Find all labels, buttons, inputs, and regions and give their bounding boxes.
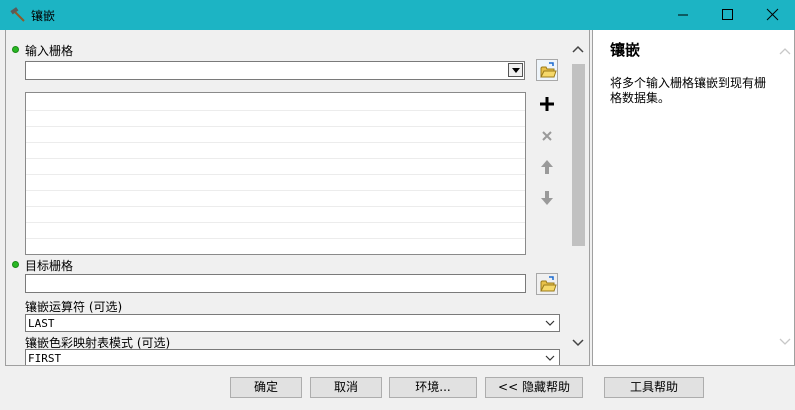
input-rasters-label: 输入栅格 xyxy=(25,44,74,58)
parameters-scrollbar[interactable] xyxy=(570,42,587,352)
minimize-icon xyxy=(678,14,688,16)
chevron-down-icon xyxy=(545,320,555,326)
scroll-down-icon[interactable] xyxy=(778,336,792,348)
tool-help-button[interactable]: 工具帮助 xyxy=(604,377,704,398)
mosaic-operator-value: LAST xyxy=(28,317,55,330)
input-rasters-list[interactable] xyxy=(25,92,526,255)
arrow-up-icon xyxy=(541,160,553,174)
help-pane: 镶嵌 将多个输入栅格镶嵌到现有栅格数据集。 xyxy=(592,30,795,366)
help-text: 将多个输入栅格镶嵌到现有栅格数据集。 xyxy=(610,76,767,105)
plus-icon xyxy=(540,97,554,111)
target-raster-field[interactable] xyxy=(25,274,526,293)
colormap-mode-select[interactable]: FIRST xyxy=(25,349,560,365)
scroll-up-icon[interactable] xyxy=(778,45,792,57)
move-down-button[interactable] xyxy=(536,187,558,209)
maximize-icon xyxy=(722,9,733,20)
maximize-button[interactable] xyxy=(705,0,751,30)
colormap-mode-value: FIRST xyxy=(28,352,62,365)
help-title: 镶嵌 xyxy=(610,41,641,59)
window-title: 镶嵌 xyxy=(31,9,56,23)
browse-input-button[interactable] xyxy=(536,59,558,81)
remove-button[interactable] xyxy=(536,125,558,147)
button-bar: 确定 取消 环境... << 隐藏帮助 工具帮助 xyxy=(0,366,795,410)
scroll-up-icon xyxy=(572,45,584,53)
minimize-button[interactable] xyxy=(660,0,706,30)
add-button[interactable] xyxy=(536,93,558,115)
title-bar: 镶嵌 xyxy=(0,0,795,30)
environments-button[interactable]: 环境... xyxy=(389,377,477,398)
input-rasters-combo[interactable] xyxy=(25,61,525,80)
chevron-down-icon xyxy=(545,355,555,361)
target-raster-label: 目标栅格 xyxy=(25,259,74,273)
close-icon xyxy=(766,8,779,21)
hide-help-button[interactable]: << 隐藏帮助 xyxy=(485,377,583,398)
required-indicator xyxy=(12,46,19,53)
scrollbar-thumb[interactable] xyxy=(572,64,585,246)
arrow-down-icon xyxy=(541,191,553,205)
mosaic-operator-select[interactable]: LAST xyxy=(25,314,560,332)
delete-icon xyxy=(542,131,552,141)
move-up-button[interactable] xyxy=(536,156,558,178)
dropdown-arrow-icon[interactable] xyxy=(508,63,523,77)
required-indicator xyxy=(12,261,19,268)
hammer-icon xyxy=(9,6,27,24)
parameters-pane: 输入栅格 目标栅格 镶嵌运算符 (可选) LAST 镶嵌色彩映射表模式 (可选)… xyxy=(5,30,590,366)
cancel-button[interactable]: 取消 xyxy=(310,377,382,398)
browse-target-button[interactable] xyxy=(536,273,558,295)
mosaic-operator-label: 镶嵌运算符 (可选) xyxy=(25,300,123,314)
ok-button[interactable]: 确定 xyxy=(230,377,302,398)
close-button[interactable] xyxy=(750,0,795,30)
scroll-down-icon xyxy=(572,339,584,347)
open-folder-icon xyxy=(540,62,557,78)
open-folder-icon xyxy=(540,276,557,292)
